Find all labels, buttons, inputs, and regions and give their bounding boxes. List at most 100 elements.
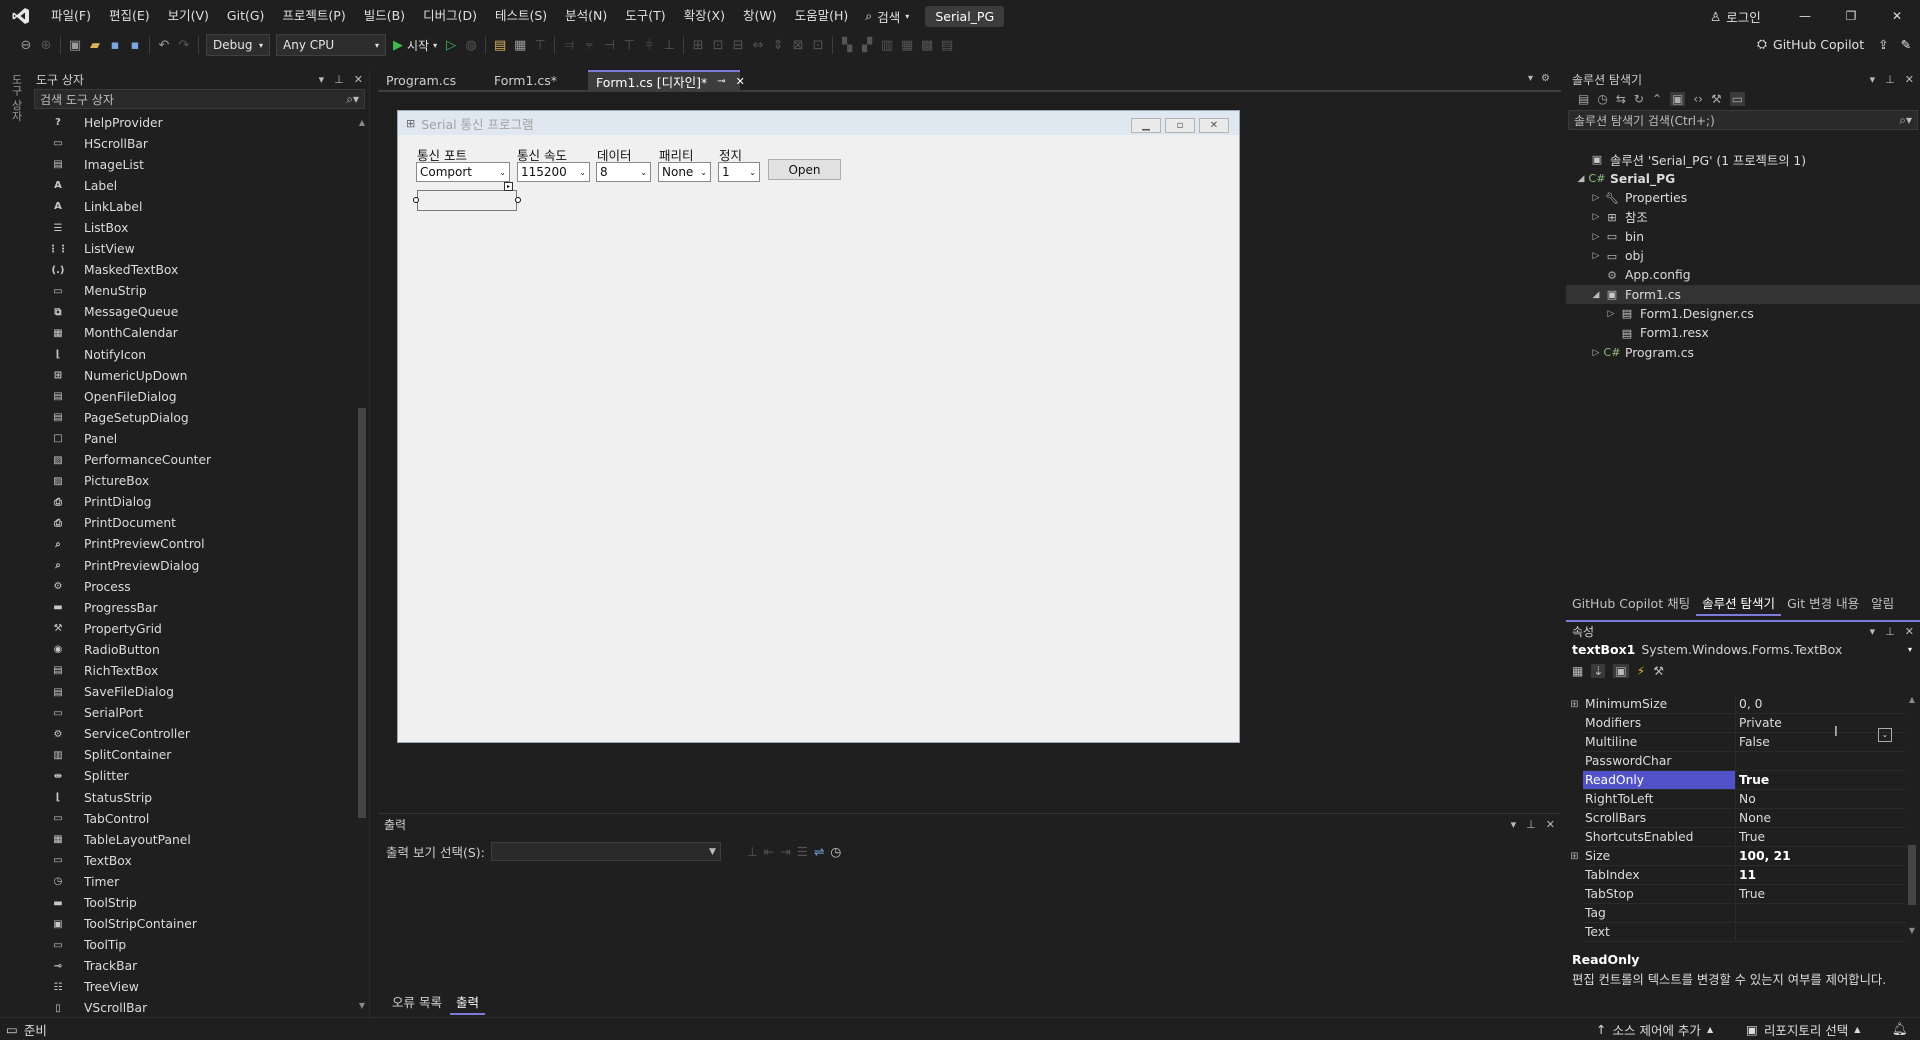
toolbox-search-input[interactable]: 검색 도구 상자 ⌕▾ (34, 89, 365, 109)
toolbox-item-servicecontroller[interactable]: ⚙ ServiceController (30, 724, 360, 745)
toolbox-item-tooltip[interactable]: ▭ ToolTip (30, 935, 360, 956)
hot-reload-icon[interactable]: ◍ (461, 35, 481, 55)
solution-tree-item[interactable]: ▷ 🔧︎ Properties (1566, 189, 1920, 208)
solution-bottom-tab[interactable]: 솔루션 탐색기 (1696, 591, 1782, 616)
toolbox-item-splitcontainer[interactable]: ▥ SplitContainer (30, 745, 360, 766)
menu-item[interactable]: 파일(F) (42, 0, 100, 32)
toolbox-item-tabcontrol[interactable]: ▭ TabControl (30, 808, 360, 829)
bottom-tab[interactable]: 오류 목록 (386, 990, 448, 1015)
toolbox-item-progressbar[interactable]: ▬ ProgressBar (30, 597, 360, 618)
resize-handle-right[interactable] (515, 197, 521, 203)
dropdown-icon[interactable]: ▾ (1870, 625, 1876, 638)
solution-bottom-tab[interactable]: 알림 (1865, 591, 1900, 616)
toolbox-item-messagequeue[interactable]: ⧉ MessageQueue (30, 302, 360, 323)
toolbox-item-performancecounter[interactable]: ▨ PerformanceCounter (30, 450, 360, 471)
configuration-select[interactable]: Debug ▾ (206, 34, 270, 56)
property-row[interactable]: ⊞ Size 100, 21 (1566, 847, 1906, 866)
dropdown-icon[interactable]: ▾ (1870, 73, 1876, 86)
toolbox-item-toolstrip[interactable]: ▬ ToolStrip (30, 892, 360, 913)
solution-bottom-tab[interactable]: GitHub Copilot 채팅 (1566, 591, 1696, 616)
form-close-button[interactable]: ✕ (1199, 118, 1229, 133)
toolbox-item-radiobutton[interactable]: ◉ RadioButton (30, 639, 360, 660)
toolbox-item-panel[interactable]: □ Panel (30, 428, 360, 449)
expanded-arrow-icon[interactable]: ◢ (1574, 174, 1588, 184)
search-menu[interactable]: ⌕ 검색 ▾ (865, 7, 909, 26)
toolbox-item-notifyicon[interactable]: ⌊ NotifyIcon (30, 344, 360, 365)
toolbox-item-vscrollbar[interactable]: ▯ VScrollBar (30, 998, 360, 1019)
maximize-button[interactable]: ❐ (1828, 0, 1874, 32)
bottom-tab[interactable]: 출력 (449, 990, 485, 1015)
document-tab[interactable]: Form1.cs* (486, 70, 588, 90)
send-to-back-icon[interactable]: ▞ (857, 35, 877, 55)
property-pages-icon[interactable]: ⚒ (1653, 664, 1664, 678)
refresh-icon[interactable]: ↻ (1634, 92, 1644, 106)
toolbox-window-icon[interactable]: ▤ (490, 35, 510, 55)
toolbox-item-listbox[interactable]: ☰ ListBox (30, 217, 360, 238)
expand-icon[interactable]: ⊞ (1566, 851, 1583, 862)
dropdown-icon[interactable]: ▾ (1511, 818, 1517, 831)
add-to-source-control-button[interactable]: ↑ 소스 제어에 추가 ▲ (1596, 1020, 1713, 1039)
close-tab-icon[interactable]: ✕ (736, 75, 745, 88)
speed-combobox[interactable]: 115200 ⌄ (517, 162, 590, 182)
solution-tree-item[interactable]: ◢ C# Serial_PG (1566, 169, 1920, 188)
close-icon[interactable]: ✕ (354, 73, 363, 86)
scroll-down-icon[interactable]: ▼ (1906, 926, 1918, 935)
toolbox-item-pagesetupdialog[interactable]: ▤ PageSetupDialog (30, 407, 360, 428)
grid-icon[interactable]: ▩ (917, 35, 937, 55)
close-window-button[interactable]: ✕ (1874, 0, 1920, 32)
form-minimize-button[interactable]: ▁ (1131, 118, 1161, 133)
solution-tree-item[interactable]: ▷ C# Program.cs (1566, 343, 1920, 362)
close-icon[interactable]: ✕ (1546, 818, 1555, 831)
toolbox-item-textbox[interactable]: ▭ TextBox (30, 850, 360, 871)
open-folder-icon[interactable]: ▰ (85, 35, 105, 55)
close-icon[interactable]: ✕ (1905, 73, 1914, 86)
scroll-up-icon[interactable]: ▲ (356, 118, 368, 127)
port-combobox[interactable]: Comport ⌄ (416, 162, 510, 182)
property-value[interactable]: 0, 0 (1735, 695, 1906, 714)
visual-studio-logo-icon[interactable] (0, 0, 42, 32)
align-rights-icon[interactable]: ⊣ (599, 35, 619, 55)
platform-select[interactable]: Any CPU ▾ (276, 34, 386, 56)
toolbox-scrollbar[interactable]: ▲ ▼ (356, 118, 368, 1010)
toolbox-item-treeview[interactable]: ☷ TreeView (30, 977, 360, 998)
save-all-icon[interactable]: ▪ (125, 35, 145, 55)
collapsed-arrow-icon[interactable]: ▷ (1589, 232, 1603, 242)
find-message-icon[interactable]: ⊥ (747, 844, 758, 859)
align-middles-icon[interactable]: ⫩ (639, 35, 659, 55)
solution-bottom-tab[interactable]: Git 변경 내용 (1781, 591, 1865, 616)
preview-icon[interactable]: ▭ (1729, 92, 1746, 106)
layout-icon[interactable]: ▦ (510, 35, 530, 55)
toolbox-item-linklabel[interactable]: A LinkLabel (30, 196, 360, 217)
align-lefts-icon[interactable]: ⫤ (559, 35, 579, 55)
collapsed-arrow-icon[interactable]: ▷ (1589, 193, 1603, 203)
property-row[interactable]: TabStop True (1566, 885, 1906, 904)
navigate-forward-icon[interactable]: ⊕ (36, 35, 56, 55)
toolbox-item-menustrip[interactable]: ▭ MenuStrip (30, 281, 360, 302)
solution-tree-item[interactable]: ▷ ▭ obj (1566, 247, 1920, 266)
solution-tree-item[interactable]: ▷ ▭ bin (1566, 227, 1920, 246)
timestamp-icon[interactable]: ◷ (830, 844, 841, 859)
textbox1[interactable] (417, 190, 517, 211)
pin-icon[interactable]: ⊥ (334, 73, 344, 86)
property-row[interactable]: TabIndex 11 (1566, 866, 1906, 885)
properties-scrollbar[interactable]: ▲ ▼ (1906, 695, 1918, 935)
pin-icon[interactable]: ⊥ (1526, 818, 1536, 831)
collapsed-arrow-icon[interactable]: ▷ (1604, 309, 1618, 319)
toolbox-item-statusstrip[interactable]: ⌊ StatusStrip (30, 787, 360, 808)
toolbox-item-openfiledialog[interactable]: ▤ OpenFileDialog (30, 386, 360, 407)
categorized-icon[interactable]: ▦ (1572, 664, 1583, 678)
align-to-grid-icon[interactable]: ⊞ (688, 35, 708, 55)
property-value[interactable]: 11 (1735, 866, 1906, 885)
solution-tree-item[interactable]: ◢ ▣ Form1.cs (1566, 285, 1920, 305)
toolbox-item-savefiledialog[interactable]: ▤ SaveFileDialog (30, 682, 360, 703)
select-repository-button[interactable]: ▣ 리포지토리 선택 ▲ (1746, 1020, 1860, 1039)
property-row[interactable]: ScrollBars None (1566, 809, 1906, 828)
align-bottoms-icon[interactable]: ⊥ (659, 35, 679, 55)
view-code-icon[interactable]: ‹› (1693, 92, 1703, 106)
open-button[interactable]: Open (768, 159, 841, 180)
property-value[interactable]: True (1735, 771, 1906, 790)
login-button[interactable]: ♙ 로그인 (1710, 7, 1761, 26)
property-value[interactable] (1735, 923, 1906, 942)
events-icon[interactable]: ⚡ (1637, 664, 1645, 678)
tab-order-icon[interactable]: ▥ (877, 35, 897, 55)
